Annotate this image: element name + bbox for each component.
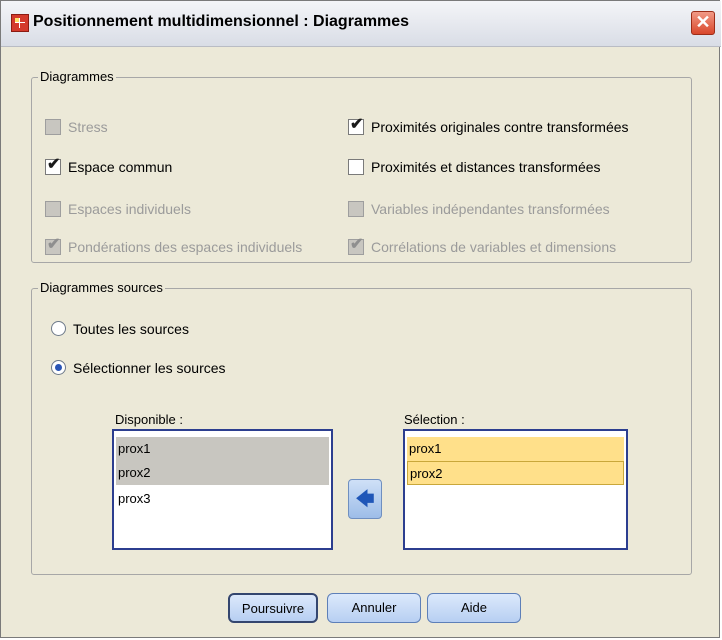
window-title: Positionnement multidimensionnel : Diagr… [33,13,410,30]
checkbox-label: Corrélations de variables et dimensions [371,239,617,255]
checkbox-box [348,201,364,217]
help-button[interactable]: Aide [427,593,521,623]
close-button[interactable]: ✕ [691,11,715,35]
list-item[interactable]: prox2 [116,461,329,485]
list-item[interactable]: prox1 [116,437,329,461]
radio-circle [51,321,66,336]
checkbox-box [45,201,61,217]
checkbox-label: Variables indépendantes transformées [371,201,610,217]
checkmark-icon: ✔ [350,236,364,253]
radio-circle [51,360,66,375]
continue-button[interactable]: Poursuivre [228,593,318,623]
app-icon [11,14,29,32]
available-list-label: Disponible : [115,412,183,427]
radio-label: Sélectionner les sources [73,360,226,376]
checkmark-icon: ✔ [350,116,364,133]
list-item[interactable]: prox3 [116,487,329,511]
available-listbox[interactable]: prox1 prox2 prox3 [112,429,333,550]
radio-label: Toutes les sources [73,321,189,337]
checkbox-label: Espace commun [68,159,173,175]
selection-list-label: Sélection : [404,412,465,427]
checkbox-box: ✔ [45,156,61,175]
checkbox-label: Pondérations des espaces individuels [68,239,303,255]
checkmark-icon: ✔ [47,236,61,253]
checkbox-label: Proximités originales contre transformée… [371,119,629,135]
diagrammes-legend: Diagrammes [38,69,116,84]
title-bar: Positionnement multidimensionnel : Diagr… [1,1,721,47]
dialog-window: Positionnement multidimensionnel : Diagr… [0,0,721,638]
selection-listbox[interactable]: prox1 prox2 [403,429,628,550]
checkbox-label: Espaces individuels [68,201,191,217]
checkbox-box [45,119,61,135]
checkbox-box: ✔ [348,236,364,255]
diagrammes-sources-legend: Diagrammes sources [38,280,165,295]
left-arrow-icon: 🡄 [355,489,375,509]
list-item[interactable]: prox2 [407,461,624,485]
move-left-button[interactable]: 🡄 [348,479,382,519]
list-item[interactable]: prox1 [407,437,624,461]
checkmark-icon: ✔ [47,156,61,173]
checkbox-box: ✔ [348,116,364,135]
checkbox-box [348,159,364,175]
cancel-button[interactable]: Annuler [327,593,421,623]
radio-dot [55,364,62,371]
checkbox-label: Stress [68,119,108,135]
checkbox-label: Proximités et distances transformées [371,159,601,175]
checkbox-box: ✔ [45,236,61,255]
